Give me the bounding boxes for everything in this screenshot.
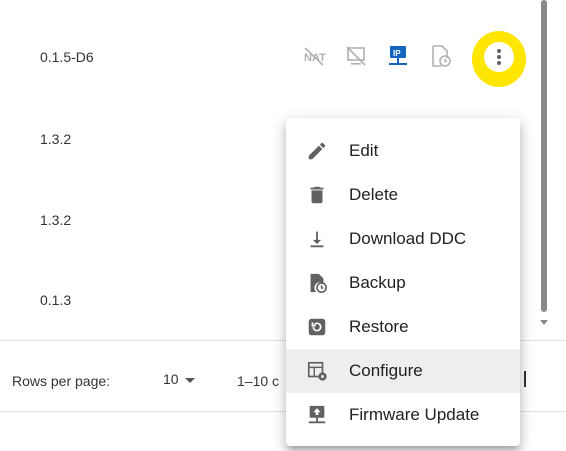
pencil-icon [306, 140, 328, 162]
menu-item-configure[interactable]: Configure [286, 349, 520, 393]
firmware-version: 1.3.2 [40, 212, 72, 228]
backup-file-icon [306, 272, 328, 294]
menu-item-edit[interactable]: Edit [286, 129, 520, 173]
menu-item-delete[interactable]: Delete [286, 173, 520, 217]
firmware-version: 0.1.3 [40, 292, 72, 308]
restore-icon [306, 316, 328, 338]
rows-per-page-label: Rows per page: [12, 373, 111, 389]
menu-item-label: Configure [349, 361, 423, 380]
menu-item-label: Delete [349, 185, 399, 204]
scroll-down-arrow-icon[interactable] [540, 320, 548, 325]
menu-item-label: Edit [349, 141, 379, 160]
menu-item-label: Download DDC [349, 229, 467, 248]
backup-clock-icon [428, 44, 452, 68]
menu-item-label: Backup [349, 273, 406, 292]
firmware-version: 0.1.5-D6 [40, 49, 94, 65]
nat-off-icon: NAT [302, 44, 326, 68]
svg-text:IP: IP [393, 49, 401, 58]
chevron-down-icon [184, 377, 195, 383]
rows-per-page-select[interactable]: 10 [163, 371, 195, 387]
row-actions-button[interactable] [484, 42, 514, 72]
pagination-range: 1–10 c [237, 373, 280, 389]
menu-item-backup[interactable]: Backup [286, 261, 520, 305]
menu-item-download-ddc[interactable]: Download DDC [286, 217, 520, 261]
menu-item-label: Restore [349, 317, 409, 336]
pagination-last-page-icon[interactable] [524, 371, 526, 387]
menu-item-label: Firmware Update [349, 405, 480, 424]
row-context-menu: Edit Delete Download DDC Backup Restore … [286, 118, 520, 446]
trash-icon [306, 184, 328, 206]
monitor-off-icon [344, 44, 368, 68]
firmware-update-icon [306, 404, 328, 426]
menu-item-firmware-update[interactable]: Firmware Update [286, 393, 520, 437]
menu-item-restore[interactable]: Restore [286, 305, 520, 349]
scrollbar-thumb[interactable] [541, 0, 547, 312]
rows-per-page-value: 10 [163, 371, 179, 387]
download-icon [306, 228, 328, 250]
firmware-version: 1.3.2 [40, 131, 72, 147]
ip-network-icon: IP [386, 44, 410, 68]
configure-icon [306, 360, 328, 382]
